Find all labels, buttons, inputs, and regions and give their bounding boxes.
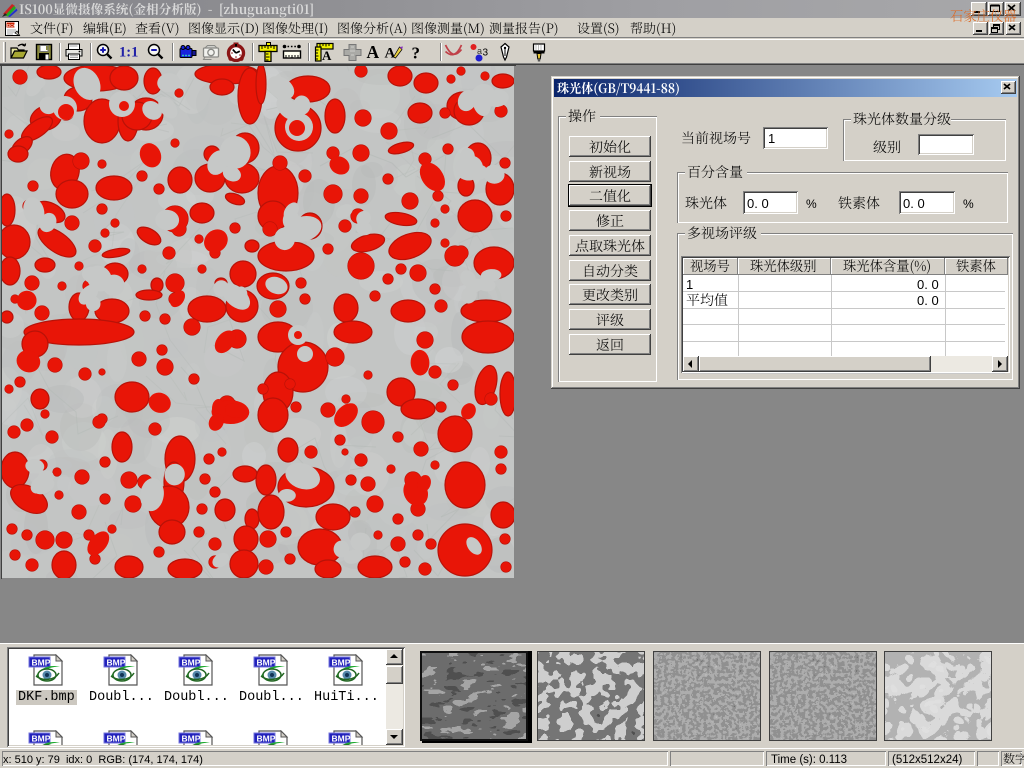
- svg-text:DOC: DOC: [7, 23, 18, 28]
- svg-text:a: a: [477, 46, 482, 56]
- svg-text:A: A: [367, 42, 380, 62]
- svg-text:3: 3: [483, 48, 489, 59]
- svg-text:A: A: [385, 46, 396, 62]
- svg-text:A: A: [322, 48, 332, 62]
- svg-text:?: ?: [412, 44, 421, 63]
- svg-text:1:1: 1:1: [119, 45, 138, 61]
